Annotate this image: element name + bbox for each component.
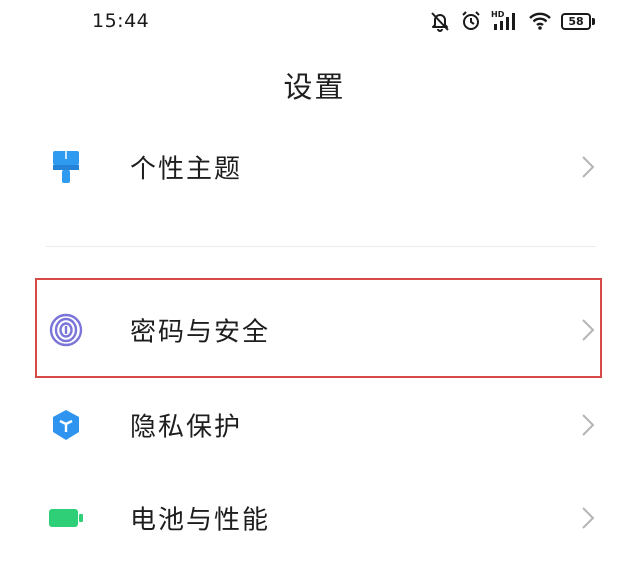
fingerprint-icon — [48, 312, 84, 348]
status-time: 15:44 — [92, 10, 150, 32]
settings-item-label: 电池与性能 — [130, 505, 271, 536]
settings-item-theme[interactable]: 个性主题 — [0, 127, 629, 207]
settings-item-label: 密码与安全 — [130, 317, 271, 348]
settings-item-password-security[interactable]: 密码与安全 — [0, 290, 629, 370]
settings-item-privacy[interactable]: 隐私保护 — [0, 385, 629, 465]
section-divider — [46, 246, 596, 247]
page-title: 设置 — [283, 70, 346, 104]
wifi-icon — [528, 11, 552, 31]
chevron-right-icon — [582, 156, 595, 178]
settings-item-battery-performance[interactable]: 电池与性能 — [0, 478, 629, 558]
settings-item-label: 个性主题 — [130, 154, 243, 185]
settings-item-label: 隐私保护 — [130, 412, 243, 443]
chevron-right-icon — [582, 507, 595, 529]
status-bar: 15:44 HD 58 — [0, 0, 629, 44]
theme-brush-icon — [48, 149, 84, 185]
chevron-right-icon — [582, 319, 595, 341]
battery-level: 58 — [561, 12, 591, 30]
privacy-shield-icon — [48, 407, 84, 443]
bell-muted-icon — [429, 10, 451, 32]
battery-status-icon: 58 — [561, 12, 595, 30]
hd-signal-icon: HD — [491, 10, 519, 32]
status-icons: HD 58 — [429, 8, 595, 34]
battery-icon — [48, 500, 84, 536]
chevron-right-icon — [582, 414, 595, 436]
alarm-clock-icon — [460, 10, 482, 32]
